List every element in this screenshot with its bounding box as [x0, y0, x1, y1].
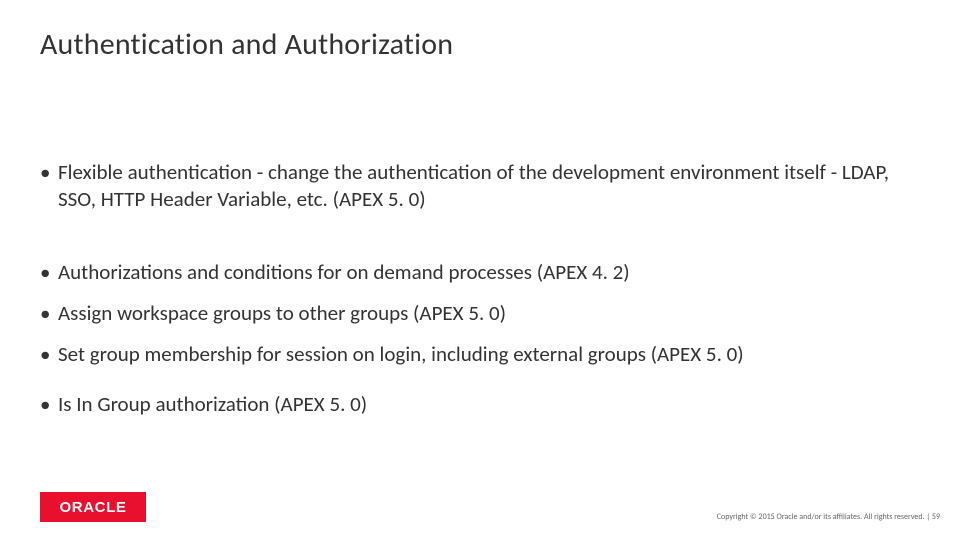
- bullet-item: Flexible authentication - change the aut…: [40, 159, 920, 213]
- bullet-list: Flexible authentication - change the aut…: [40, 159, 920, 418]
- oracle-logo-text: ORACLE: [60, 499, 127, 516]
- slide: Authentication and Authorization Flexibl…: [0, 0, 960, 540]
- footer: ORACLE Copyright © 2015 Oracle and/or it…: [40, 492, 940, 522]
- bullet-item: Set group membership for session on logi…: [40, 341, 920, 368]
- bullet-item: Authorizations and conditions for on dem…: [40, 259, 920, 286]
- slide-title: Authentication and Authorization: [40, 26, 920, 63]
- bullet-item: Is In Group authorization (APEX 5. 0): [40, 391, 920, 418]
- copyright-text: Copyright © 2015 Oracle and/or its affil…: [717, 512, 940, 522]
- bullet-item: Assign workspace groups to other groups …: [40, 300, 920, 327]
- oracle-logo: ORACLE: [40, 492, 146, 522]
